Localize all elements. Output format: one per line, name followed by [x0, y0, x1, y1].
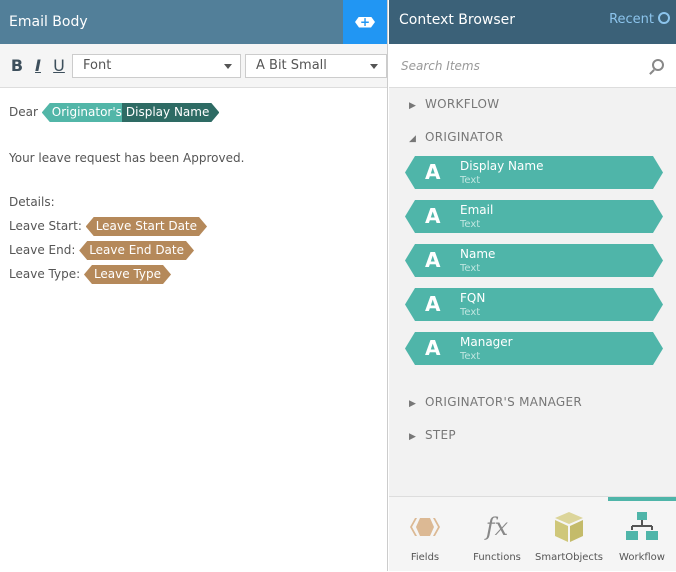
item-name: Display Name — [460, 159, 544, 173]
underline-button[interactable]: U — [51, 56, 67, 75]
format-toolbar: B I U Font A Bit Small — [0, 44, 387, 88]
tab-smartobjects[interactable]: SmartObjects — [533, 497, 605, 572]
category-tabs: Fields fx Functions SmartObjects Workflo… — [389, 496, 676, 571]
email-body-panel: Email Body + B I U Font A Bit Small Dear… — [0, 0, 388, 571]
size-value: A Bit Small — [256, 57, 327, 73]
tab-fields[interactable]: Fields — [389, 497, 461, 572]
workflow-icon — [608, 512, 676, 541]
text: Your leave request has been Approved. — [9, 151, 245, 165]
font-value: Font — [83, 57, 112, 73]
section-label: ORIGINATOR'S MANAGER — [425, 395, 583, 409]
text-type-icon: A — [425, 248, 441, 272]
list-item[interactable]: A Name Text — [405, 244, 663, 277]
email-body-header: Email Body + — [0, 0, 387, 44]
context-browser: Context Browser Recent Search Items ▶ WOR… — [389, 0, 676, 571]
recent-label: Recent — [609, 12, 654, 27]
item-type: Text — [460, 351, 481, 362]
section-label: STEP — [425, 428, 456, 442]
chevron-down-icon — [224, 63, 232, 69]
search-input[interactable]: Search Items — [389, 44, 676, 88]
list-item[interactable]: A Display Name Text — [405, 156, 663, 189]
section-workflow[interactable]: ▶ WORKFLOW — [409, 97, 499, 111]
item-type: Text — [460, 175, 481, 186]
section-originators-manager[interactable]: ▶ ORIGINATOR'S MANAGER — [409, 395, 582, 409]
search-icon[interactable] — [652, 59, 664, 71]
email-body-editor[interactable]: Dear Originator's Display Name Your leave… — [0, 88, 387, 298]
leave-end-chip[interactable]: Leave End Date — [79, 241, 194, 260]
tab-label: Workflow — [619, 552, 665, 563]
fx-icon: fx — [485, 513, 509, 541]
search-placeholder: Search Items — [401, 59, 480, 73]
tab-label: Functions — [473, 552, 521, 563]
item-name: FQN — [460, 291, 486, 305]
add-field-button[interactable]: + — [343, 0, 387, 44]
recent-button[interactable]: Recent — [609, 12, 670, 27]
panel-title: Email Body — [9, 14, 88, 30]
list-item[interactable]: A Email Text — [405, 200, 663, 233]
text: Leave End: — [9, 243, 76, 257]
caret-right-icon: ▶ — [409, 432, 417, 442]
item-name: Manager — [460, 335, 513, 349]
list-item[interactable]: A FQN Text — [405, 288, 663, 321]
caret-down-icon: ◢ — [409, 134, 417, 144]
display-name-chip[interactable]: Display Name — [122, 103, 219, 122]
text-type-icon: A — [425, 292, 441, 316]
caret-right-icon: ▶ — [409, 399, 417, 409]
font-select[interactable]: Font — [72, 53, 241, 78]
item-name: Name — [460, 247, 496, 261]
text: Details: — [9, 195, 55, 209]
tab-label: Fields — [410, 552, 440, 563]
clock-icon — [658, 12, 670, 24]
bold-button[interactable]: B — [9, 56, 25, 75]
context-browser-header: Context Browser Recent — [389, 0, 676, 44]
section-label: WORKFLOW — [425, 97, 500, 111]
originator-chip[interactable]: Originator's — [41, 103, 126, 122]
text: Leave Type: — [9, 267, 81, 281]
text: Dear — [9, 105, 38, 119]
tab-functions[interactable]: fx Functions — [461, 497, 533, 572]
leave-start-chip[interactable]: Leave Start Date — [86, 217, 207, 236]
size-select[interactable]: A Bit Small — [245, 53, 387, 78]
panel-title: Context Browser — [399, 12, 516, 28]
item-type: Text — [460, 263, 481, 274]
italic-button[interactable]: I — [30, 56, 46, 75]
text-type-icon: A — [425, 160, 441, 184]
fields-icon — [389, 513, 461, 541]
section-label: ORIGINATOR — [425, 130, 504, 144]
item-type: Text — [460, 307, 481, 318]
section-originator[interactable]: ◢ ORIGINATOR — [409, 130, 504, 144]
add-icon: + — [355, 16, 375, 28]
tab-label: SmartObjects — [534, 552, 604, 563]
list-item[interactable]: A Manager Text — [405, 332, 663, 365]
item-type: Text — [460, 219, 481, 230]
section-step[interactable]: ▶ STEP — [409, 428, 456, 442]
tab-workflow[interactable]: Workflow — [608, 497, 676, 572]
text: Leave Start: — [9, 219, 82, 233]
item-name: Email — [460, 203, 494, 217]
text-type-icon: A — [425, 204, 441, 228]
caret-right-icon: ▶ — [409, 101, 417, 111]
leave-type-chip[interactable]: Leave Type — [84, 265, 171, 284]
text-type-icon: A — [425, 336, 441, 360]
chevron-down-icon — [370, 63, 378, 69]
cube-icon — [533, 512, 605, 542]
